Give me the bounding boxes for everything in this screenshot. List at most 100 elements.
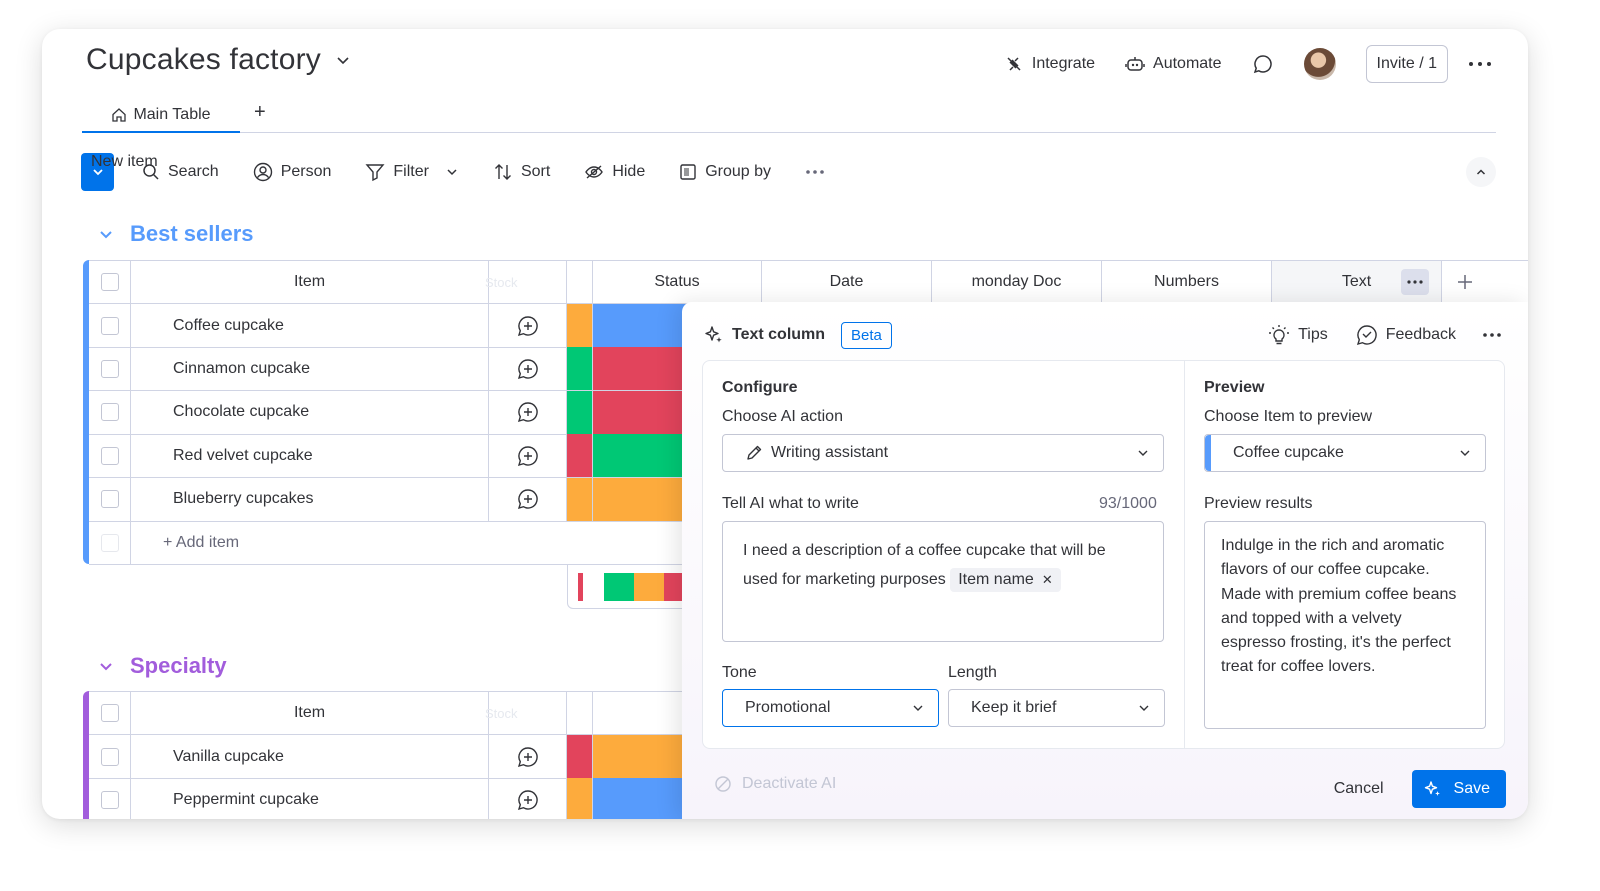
search-label: Search (168, 163, 219, 180)
person-label: Person (280, 163, 332, 180)
item-name-cell[interactable]: Vanilla cupcake (131, 735, 489, 778)
sort-button[interactable]: Sort (493, 162, 550, 182)
column-mention-chip[interactable]: Item name ✕ (950, 568, 1061, 592)
chevron-down-icon[interactable] (445, 165, 459, 179)
select-all-checkbox[interactable] (100, 704, 119, 722)
invite-button[interactable]: Invite / 1 (1365, 45, 1448, 83)
tab-main-table[interactable]: Main Table (82, 99, 240, 133)
feedback-button[interactable]: Feedback (1356, 324, 1456, 346)
more-options-icon[interactable] (1482, 332, 1502, 338)
item-name-cell[interactable]: Red velvet cupcake (131, 434, 489, 478)
integrate-button[interactable]: Integrate (1004, 54, 1095, 74)
row-checkbox-cell[interactable] (89, 390, 131, 434)
row-checkbox-cell[interactable] (89, 735, 131, 778)
row-checkbox[interactable] (100, 790, 119, 809)
ai-action-select[interactable]: Writing assistant (722, 434, 1164, 472)
group-header-best-sellers[interactable]: Best sellers (98, 221, 254, 247)
stock-cell[interactable] (567, 477, 593, 521)
group-by-button[interactable]: Group by (679, 163, 771, 181)
stock-cell[interactable] (567, 390, 593, 434)
column-header-updates (489, 261, 567, 303)
cancel-button[interactable]: Cancel (1334, 780, 1384, 798)
hide-label: Hide (612, 163, 646, 180)
row-checkbox[interactable] (100, 446, 119, 465)
add-column-button[interactable] (1442, 261, 1488, 303)
more-options-icon[interactable] (1468, 60, 1492, 68)
stock-cell[interactable] (567, 304, 593, 347)
row-checkbox-cell[interactable] (89, 434, 131, 478)
new-item-label[interactable]: New item (81, 153, 169, 171)
new-item-button[interactable]: New item (81, 153, 169, 191)
add-update-button[interactable] (489, 477, 567, 521)
row-checkbox[interactable] (100, 359, 119, 378)
column-menu-button[interactable] (1401, 269, 1429, 295)
column-header-doc[interactable]: monday Doc (932, 261, 1102, 303)
stock-cell[interactable] (567, 347, 593, 391)
item-name-cell[interactable]: Blueberry cupcakes (131, 477, 489, 521)
item-name-cell[interactable]: Cinnamon cupcake (131, 347, 489, 391)
row-checkbox-cell[interactable] (89, 778, 131, 819)
column-header-item[interactable]: Item Stock (131, 261, 518, 303)
add-update-button[interactable] (489, 735, 567, 778)
board-title[interactable]: Cupcakes factory (86, 43, 321, 77)
row-checkbox[interactable] (100, 490, 119, 509)
row-checkbox-cell[interactable] (89, 477, 131, 521)
person-icon (253, 162, 273, 182)
filter-label: Filter (393, 163, 429, 180)
ai-text-column-panel: Text column Beta Tips Feedback Configure… (682, 302, 1528, 819)
select-all-cell[interactable] (89, 692, 131, 734)
length-select[interactable]: Keep it brief (948, 689, 1165, 727)
preview-item-select[interactable]: Coffee cupcake (1204, 434, 1486, 472)
column-header-status[interactable]: Status (593, 261, 762, 303)
ai-action-value: Writing assistant (771, 444, 889, 461)
select-all-cell[interactable] (89, 261, 131, 303)
chevron-down-icon[interactable] (335, 52, 351, 68)
column-header-item[interactable]: Item Stock (131, 692, 518, 734)
person-filter-button[interactable]: Person (253, 162, 332, 182)
avatar[interactable] (1303, 48, 1336, 80)
filter-button[interactable]: Filter (365, 162, 459, 182)
chevron-down-icon[interactable] (98, 226, 114, 242)
collapse-header-button[interactable] (1466, 157, 1496, 187)
column-header-text[interactable]: Text (1272, 261, 1442, 303)
save-button[interactable]: Save (1411, 770, 1506, 808)
group-title[interactable]: Specialty (130, 653, 227, 679)
panel-body: Configure Choose AI action Writing assis… (702, 360, 1505, 749)
stock-cell[interactable] (567, 735, 593, 778)
add-update-button[interactable] (489, 390, 567, 434)
column-header-date[interactable]: Date (762, 261, 932, 303)
item-name-cell[interactable]: Coffee cupcake (131, 304, 489, 347)
add-view-button[interactable]: + (254, 101, 266, 124)
row-checkbox[interactable] (100, 316, 119, 335)
row-checkbox[interactable] (100, 747, 119, 766)
add-update-button[interactable] (489, 304, 567, 347)
updates-button[interactable] (1252, 53, 1274, 75)
tips-button[interactable]: Tips (1268, 324, 1328, 346)
more-options-icon[interactable] (805, 169, 825, 175)
select-all-checkbox[interactable] (100, 273, 119, 291)
hide-button[interactable]: Hide (584, 162, 645, 182)
table-header-row: Item Stock Status Date monday Doc Number… (89, 260, 1528, 304)
add-update-button[interactable] (489, 434, 567, 478)
tone-select[interactable]: Promotional (722, 689, 939, 727)
column-header-numbers[interactable]: Numbers (1102, 261, 1272, 303)
item-name-cell[interactable]: Peppermint cupcake (131, 778, 489, 819)
add-item-input[interactable]: + Add item (131, 521, 687, 564)
row-checkbox-cell[interactable] (89, 347, 131, 391)
stock-cell[interactable] (567, 434, 593, 478)
deactivate-ai-button[interactable]: Deactivate AI (714, 775, 836, 793)
feedback-label: Feedback (1385, 326, 1456, 343)
chevron-down-icon[interactable] (98, 658, 114, 674)
row-checkbox-cell[interactable] (89, 304, 131, 347)
close-icon[interactable]: ✕ (1042, 572, 1053, 587)
group-header-specialty[interactable]: Specialty (98, 653, 227, 679)
add-update-button[interactable] (489, 347, 567, 391)
automate-button[interactable]: Automate (1125, 54, 1222, 74)
add-update-icon (517, 746, 538, 767)
stock-cell[interactable] (567, 778, 593, 819)
add-update-button[interactable] (489, 778, 567, 819)
prompt-textarea[interactable]: I need a description of a coffee cupcake… (722, 521, 1164, 642)
group-title[interactable]: Best sellers (130, 221, 254, 247)
row-checkbox[interactable] (100, 403, 119, 422)
item-name-cell[interactable]: Chocolate cupcake (131, 390, 489, 434)
